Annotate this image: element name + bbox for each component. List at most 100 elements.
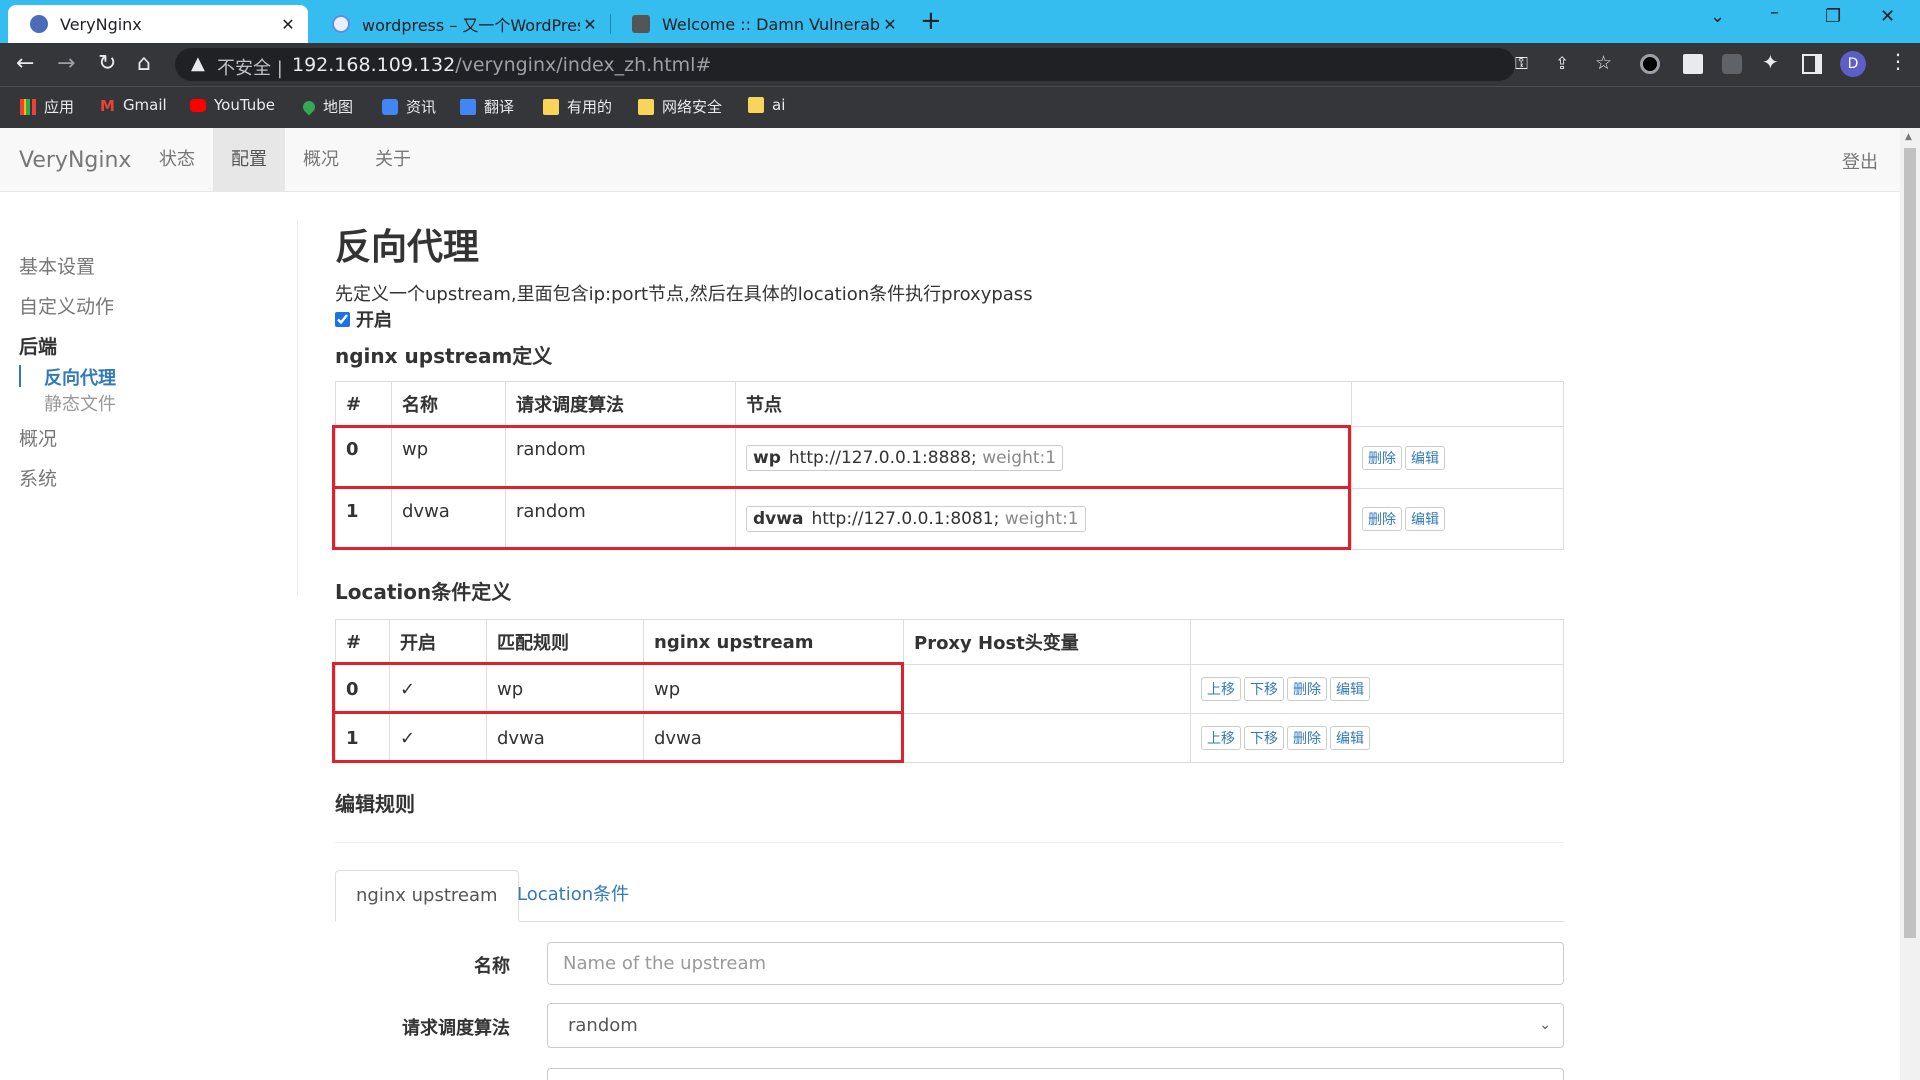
nav-summary[interactable]: 概况 <box>285 128 357 191</box>
brand-logo[interactable]: VeryNginx <box>19 148 131 173</box>
edit-button[interactable]: 编辑 <box>1405 507 1445 531</box>
bookmark-folder-ai[interactable]: ai <box>748 96 785 114</box>
side-panel-icon[interactable] <box>1802 54 1822 74</box>
col-actions <box>1351 381 1564 427</box>
cell-index: 0 <box>335 426 392 489</box>
sidebar-item-custom-action[interactable]: 自定义动作 <box>19 292 114 319</box>
cell-index: 1 <box>335 488 392 550</box>
extension-doc-icon[interactable] <box>1683 54 1703 74</box>
folder-icon <box>638 98 654 115</box>
page-scrollbar[interactable]: ▲ <box>1900 128 1920 1080</box>
delete-button[interactable]: 删除 <box>1287 726 1327 750</box>
table-row: 1 dvwa random dvwa http://127.0.0.1:8081;… <box>335 488 1564 550</box>
close-tab-icon[interactable]: ✕ <box>580 15 600 34</box>
address-bar[interactable]: ▲ 不安全 | 192.168.109.132/verynginx/index_… <box>175 48 1612 81</box>
bookmark-apps[interactable]: 应用 <box>20 96 74 117</box>
edit-button[interactable]: 编辑 <box>1330 677 1370 701</box>
page-description: 先定义一个upstream,里面包含ip:port节点,然后在具体的locati… <box>335 284 1033 305</box>
close-window-icon[interactable]: ✕ <box>1880 6 1895 27</box>
bookmark-gmail[interactable]: M Gmail <box>100 96 167 115</box>
delete-button[interactable]: 删除 <box>1362 507 1402 531</box>
sidebar-subitem-reverse-proxy[interactable]: 反向代理 <box>44 364 116 390</box>
bookmark-star-icon[interactable]: ☆ <box>1595 52 1612 74</box>
scrollbar-thumb[interactable] <box>1904 148 1916 938</box>
minimize-icon[interactable]: – <box>1770 2 1779 23</box>
tab-dvwa[interactable]: Welcome :: Damn Vulnerable \ ✕ <box>610 5 910 43</box>
sidebar-active-indicator <box>19 365 21 387</box>
home-icon[interactable]: ⌂ <box>137 51 151 76</box>
forward-arrow-icon[interactable]: → <box>57 51 75 76</box>
cell-actions: 上移 下移 删除 编辑 <box>1190 664 1564 714</box>
location-section-title: Location条件定义 <box>335 580 512 604</box>
news-icon <box>382 98 398 115</box>
extension-glasses-icon[interactable] <box>1722 54 1742 74</box>
more-menu-icon[interactable]: ⋮ <box>1888 49 1908 73</box>
bookmark-news[interactable]: 资讯 <box>382 96 436 117</box>
sidebar-item-backend[interactable]: 后端 <box>19 332 57 359</box>
tab-title: wordpress – 又一个WordPress站 <box>362 16 580 35</box>
close-tab-icon[interactable]: ✕ <box>880 15 900 34</box>
back-arrow-icon[interactable]: ← <box>16 51 34 76</box>
col-matcher: 匹配规则 <box>486 619 644 665</box>
share-icon[interactable]: ⇪ <box>1555 54 1569 74</box>
edit-button[interactable]: 编辑 <box>1330 726 1370 750</box>
profile-avatar[interactable]: D <box>1840 51 1866 77</box>
nav-about[interactable]: 关于 <box>357 128 429 191</box>
key-icon[interactable]: ⚿ <box>1515 54 1528 74</box>
col-index: # <box>335 381 392 427</box>
page-viewport: VeryNginx 状态 配置 概况 关于 登出 基本设置 自定义动作 后端 反… <box>0 128 1900 1080</box>
upstream-name-input[interactable] <box>547 942 1564 985</box>
cell-matcher: dvwa <box>486 713 644 763</box>
edit-button[interactable]: 编辑 <box>1405 445 1445 470</box>
tab-wordpress[interactable]: wordpress – 又一个WordPress站 ✕ <box>310 5 610 43</box>
method-select[interactable]: random ⌄ <box>547 1003 1564 1048</box>
table-row: 0 ✓ wp wp 上移 下移 删除 编辑 <box>335 664 1564 714</box>
move-down-button[interactable]: 下移 <box>1244 677 1284 701</box>
logout-link[interactable]: 登出 <box>1842 148 1878 174</box>
new-tab-button[interactable]: + <box>920 6 942 36</box>
table-row: 0 wp random wp http://127.0.0.1:8888; wei… <box>335 426 1564 489</box>
scroll-up-arrow-icon[interactable]: ▲ <box>1905 132 1912 142</box>
nav-config[interactable]: 配置 <box>213 128 285 191</box>
url-text: 192.168.109.132/verynginx/index_zh.html# <box>292 54 712 76</box>
tab-nginx-upstream[interactable]: nginx upstream <box>335 870 519 922</box>
delete-button[interactable]: 删除 <box>1362 445 1402 470</box>
col-index: # <box>335 619 390 665</box>
tab-location[interactable]: Location条件 <box>497 870 649 922</box>
bookmark-folder-security[interactable]: 网络安全 <box>638 96 722 117</box>
chevron-down-icon[interactable]: ⌄ <box>1710 6 1725 27</box>
cell-name: wp <box>391 426 506 489</box>
bookmarks-bar: 应用 M Gmail YouTube 地图 资讯 翻译 有用的 网络安全 ai <box>0 86 1920 128</box>
cell-name: dvwa <box>391 488 506 550</box>
nav-status[interactable]: 状态 <box>141 128 213 191</box>
reload-icon[interactable]: ↻ <box>98 51 116 76</box>
tab-verynginx[interactable]: VeryNginx ✕ <box>8 5 308 43</box>
move-up-button[interactable]: 上移 <box>1201 726 1241 750</box>
sidebar-subitem-static-files[interactable]: 静态文件 <box>44 390 116 416</box>
puzzle-extensions-icon[interactable]: ✦ <box>1762 50 1779 74</box>
table-header-row: # 名称 请求调度算法 节点 <box>335 381 1564 427</box>
enable-toggle[interactable]: 开启 <box>335 306 392 332</box>
close-tab-icon[interactable]: ✕ <box>278 15 298 34</box>
move-up-button[interactable]: 上移 <box>1201 677 1241 701</box>
extension-record-icon[interactable] <box>1640 54 1660 74</box>
method-select-value: random <box>568 1015 638 1036</box>
restore-icon[interactable]: ❐ <box>1825 6 1841 27</box>
enable-checkbox[interactable] <box>335 311 350 327</box>
tab-title: VeryNginx <box>60 14 142 34</box>
sidebar-item-basic[interactable]: 基本设置 <box>19 252 95 279</box>
sidebar-item-summary[interactable]: 概况 <box>19 424 57 451</box>
cell-actions: 删除 编辑 <box>1351 488 1564 550</box>
delete-button[interactable]: 删除 <box>1287 677 1327 701</box>
next-field-input[interactable] <box>547 1068 1564 1080</box>
bookmark-maps[interactable]: 地图 <box>300 96 353 117</box>
bookmark-youtube[interactable]: YouTube <box>190 96 275 114</box>
bookmark-folder-useful[interactable]: 有用的 <box>543 96 612 117</box>
cell-actions: 上移 下移 删除 编辑 <box>1190 713 1564 763</box>
chevron-down-icon: ⌄ <box>1539 1017 1551 1033</box>
globe-icon <box>30 15 48 33</box>
bookmark-translate[interactable]: 翻译 <box>460 96 514 117</box>
cell-proxy-host <box>903 664 1191 714</box>
sidebar-item-system[interactable]: 系统 <box>19 464 57 491</box>
move-down-button[interactable]: 下移 <box>1244 726 1284 750</box>
